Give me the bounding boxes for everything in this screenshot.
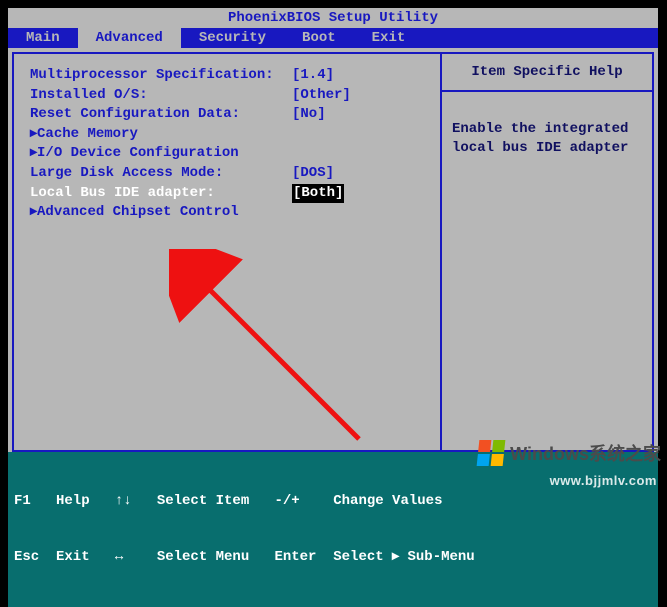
menu-exit[interactable]: Exit	[354, 28, 424, 48]
help-panel: Item Specific Help Enable the integrated…	[441, 52, 654, 452]
setting-local-bus-ide[interactable]: Local Bus IDE adapter: [Both]	[30, 184, 432, 204]
setting-label: Installed O/S:	[30, 86, 292, 106]
submenu-cache-memory[interactable]: Cache Memory	[30, 125, 432, 145]
annotation-arrow-icon	[169, 249, 379, 459]
footer-line-1: F1 Help ↑↓ Select Item -/+ Change Values	[14, 492, 652, 511]
setting-value: [1.4]	[292, 66, 334, 86]
setting-value: [Other]	[292, 86, 351, 106]
setting-value: [No]	[292, 105, 326, 125]
setting-label-selected: Local Bus IDE adapter:	[30, 184, 292, 204]
submenu-label: I/O Device Configuration	[37, 144, 239, 164]
submenu-advanced-chipset[interactable]: Advanced Chipset Control	[30, 203, 432, 223]
watermark-text: Windows系统之家	[510, 440, 661, 466]
submenu-io-device[interactable]: I/O Device Configuration	[30, 144, 432, 164]
setting-label: Multiprocessor Specification:	[30, 66, 292, 86]
setting-value-selected: [Both]	[292, 184, 344, 204]
menu-security[interactable]: Security	[181, 28, 284, 48]
help-content: Enable the integrated local bus IDE adap…	[442, 92, 652, 186]
setting-label: Reset Configuration Data:	[30, 105, 292, 125]
setting-installed-os[interactable]: Installed O/S: [Other]	[30, 86, 432, 106]
watermark-url: www.bjjmlv.com	[550, 473, 657, 488]
setting-multiprocessor[interactable]: Multiprocessor Specification: [1.4]	[30, 66, 432, 86]
title-bar: PhoenixBIOS Setup Utility	[8, 8, 658, 28]
submenu-label: Cache Memory	[37, 125, 138, 145]
setting-reset-config[interactable]: Reset Configuration Data: [No]	[30, 105, 432, 125]
footer-line-2: Esc Exit ↔ Select Menu Enter Select ▸ Su…	[14, 548, 652, 567]
setting-label: Large Disk Access Mode:	[30, 164, 292, 184]
menu-bar: Main Advanced Security Boot Exit	[8, 28, 658, 48]
help-title: Item Specific Help	[442, 54, 652, 92]
settings-panel: Multiprocessor Specification: [1.4] Inst…	[12, 52, 441, 452]
windows-logo-icon	[477, 440, 506, 466]
setting-value: [DOS]	[292, 164, 334, 184]
content-area: Multiprocessor Specification: [1.4] Inst…	[8, 48, 658, 452]
bios-window: PhoenixBIOS Setup Utility Main Advanced …	[8, 8, 658, 493]
menu-advanced[interactable]: Advanced	[78, 28, 181, 48]
watermark-brand: Windows系统之家	[478, 440, 661, 466]
menu-main[interactable]: Main	[8, 28, 78, 48]
submenu-label: Advanced Chipset Control	[37, 203, 239, 223]
menu-boot[interactable]: Boot	[284, 28, 354, 48]
setting-large-disk[interactable]: Large Disk Access Mode: [DOS]	[30, 164, 432, 184]
